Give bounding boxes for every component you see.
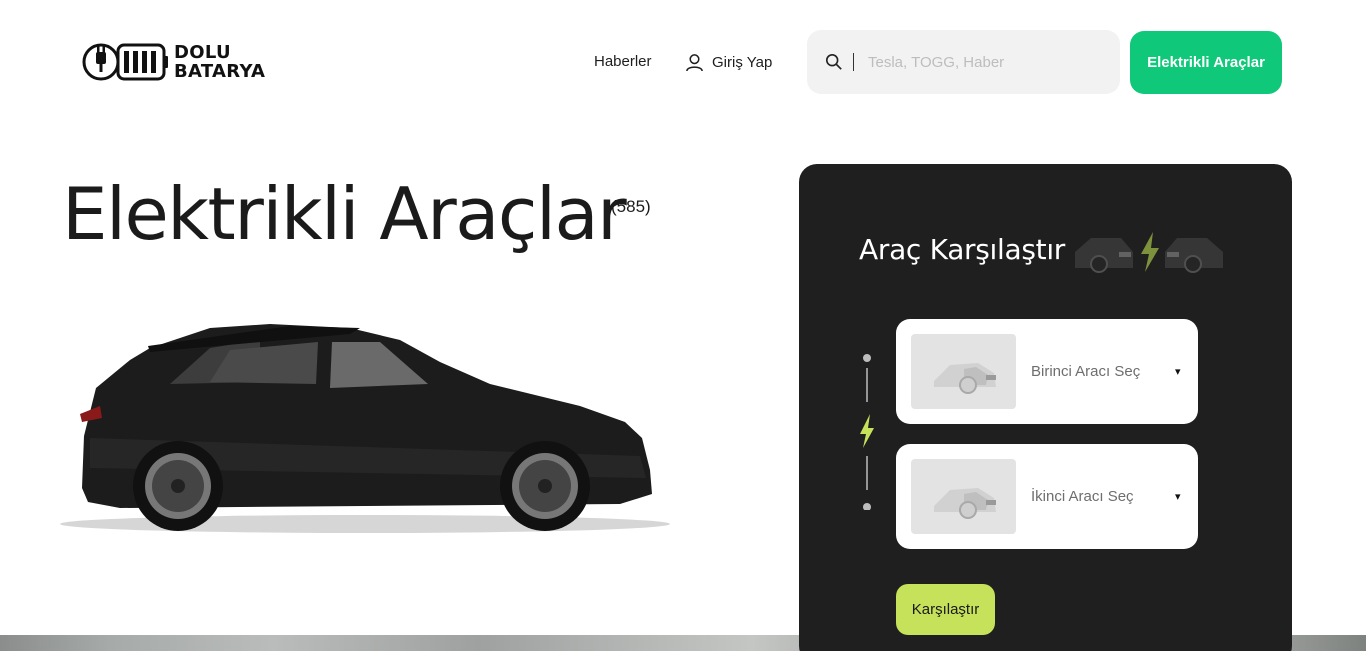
car-front-icon	[1075, 238, 1133, 273]
chevron-down-icon: ▾	[1175, 491, 1181, 503]
car-placeholder-icon	[933, 362, 996, 394]
second-car-thumbnail	[911, 459, 1016, 534]
search-icon	[825, 53, 842, 70]
first-car-thumbnail	[911, 334, 1016, 409]
compare-button[interactable]: Karşılaştır	[896, 584, 995, 635]
compare-panel: Araç Karşılaştır Birinci Aracı Seç ▾ İki…	[799, 164, 1292, 651]
lightning-icon	[860, 414, 874, 448]
search-bar[interactable]	[807, 30, 1120, 94]
second-car-select[interactable]: İkinci Aracı Seç ▾	[896, 444, 1198, 549]
chevron-down-icon: ▾	[1175, 366, 1181, 378]
second-car-select-label: İkinci Aracı Seç	[1031, 488, 1134, 505]
search-divider	[853, 53, 854, 71]
first-car-select[interactable]: Birinci Aracı Seç ▾	[896, 319, 1198, 424]
nav-news-label: Haberler	[594, 53, 652, 70]
vehicle-count: (585)	[611, 197, 651, 216]
user-icon	[686, 54, 703, 72]
compare-title: Araç Karşılaştır	[859, 233, 1066, 266]
site-logo[interactable]: DOLU BATARYA	[82, 40, 265, 84]
logo-line-1: DOLU	[174, 42, 231, 63]
compare-icons	[1075, 232, 1223, 273]
car-placeholder-icon	[933, 487, 996, 519]
electric-vehicles-button[interactable]: Elektrikli Araçlar	[1130, 31, 1282, 94]
nav-login-label: Giriş Yap	[712, 54, 773, 71]
car-front-icon	[1165, 238, 1223, 273]
battery-plug-icon	[82, 43, 168, 81]
search-input[interactable]	[868, 53, 1098, 71]
selection-timeline	[860, 354, 874, 510]
logo-line-2: BATARYA	[174, 61, 266, 82]
first-car-select-label: Birinci Aracı Seç	[1031, 363, 1141, 380]
lightning-icon	[1141, 232, 1159, 272]
nav-login-link[interactable]: Giriş Yap	[685, 53, 772, 72]
logo-wordmark: DOLU BATARYA	[174, 43, 265, 81]
page-title: Elektrikli Araçlar	[62, 172, 627, 256]
nav-news-link[interactable]: Haberler	[594, 53, 652, 70]
hero-car-image	[60, 324, 670, 533]
